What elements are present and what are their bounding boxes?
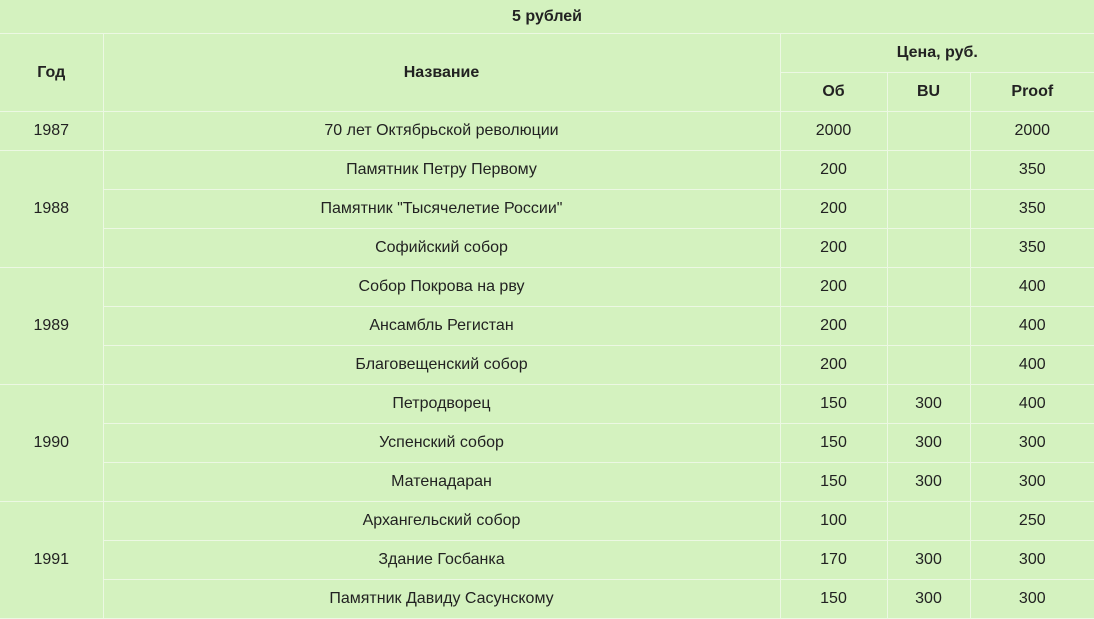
bu-cell [886, 111, 971, 151]
table-row: Матенадаран 150 300 300 [0, 462, 1094, 502]
name-cell: Софийский собор [103, 228, 781, 268]
proof-cell: 2000 [969, 111, 1094, 151]
header-name: Название [102, 33, 781, 112]
proof-cell: 300 [969, 462, 1094, 502]
ob-cell: 150 [779, 423, 888, 463]
ob-cell: 2000 [779, 111, 888, 151]
ob-cell: 200 [779, 150, 888, 190]
bu-cell: 300 [886, 540, 971, 580]
name-cell: Здание Госбанка [103, 540, 781, 580]
proof-cell: 400 [969, 345, 1094, 385]
table-row: 1987 70 лет Октябрьской революции 2000 2… [0, 111, 1094, 151]
name-cell: Матенадаран [103, 462, 781, 502]
bu-cell [886, 501, 971, 541]
name-cell: Архангельский собор [102, 501, 781, 541]
name-cell: Памятник Петру Первому [102, 150, 781, 190]
header-ob: Об [780, 72, 888, 112]
ob-cell: 200 [779, 306, 888, 346]
header-bu: BU [886, 72, 971, 112]
year-cell: 1987 [0, 111, 104, 151]
table-body: 1987 70 лет Октябрьской революции 2000 2… [0, 111, 1094, 619]
table-row: Благовещенский собор 200 400 [0, 345, 1094, 385]
proof-cell: 350 [969, 228, 1094, 268]
table-row: Памятник Давиду Сасунскому 150 300 300 [0, 579, 1094, 619]
header-year: Год [0, 33, 104, 112]
bu-cell: 300 [886, 384, 971, 424]
proof-cell: 350 [969, 189, 1094, 229]
name-cell: Собор Покрова на рву [102, 267, 781, 307]
name-cell: Успенский собор [103, 423, 781, 463]
proof-cell: 400 [969, 267, 1094, 307]
bu-cell [886, 228, 971, 268]
name-cell: Памятник "Тысячелетие России" [103, 189, 781, 229]
ob-cell: 200 [779, 189, 888, 229]
ob-cell: 100 [779, 501, 888, 541]
ob-cell: 150 [779, 384, 888, 424]
ob-cell: 150 [779, 462, 888, 502]
year-cell: 1989 [0, 267, 104, 385]
name-cell: Памятник Давиду Сасунскому [103, 579, 781, 619]
table-row: 1989 Собор Покрова на рву 200 400 [0, 267, 1094, 385]
proof-cell: 350 [969, 150, 1094, 190]
ob-cell: 170 [779, 540, 888, 580]
table-row: 1991 Архангельский собор 100 250 [0, 501, 1094, 619]
name-cell: Благовещенский собор [103, 345, 781, 385]
name-cell: Ансамбль Регистан [103, 306, 781, 346]
table-row: Здание Госбанка 170 300 300 [0, 540, 1094, 580]
bu-cell [886, 189, 971, 229]
bu-cell [886, 306, 971, 346]
name-cell: 70 лет Октябрьской революции [102, 111, 781, 151]
table-caption: 5 рублей [0, 0, 1094, 34]
year-cell: 1988 [0, 150, 104, 268]
proof-cell: 400 [969, 306, 1094, 346]
bu-cell: 300 [886, 579, 971, 619]
bu-cell: 300 [886, 462, 971, 502]
bu-cell: 300 [886, 423, 971, 463]
proof-cell: 300 [969, 540, 1094, 580]
table-row: 1988 Памятник Петру Первому 200 350 [0, 150, 1094, 268]
name-cell: Петродворец [102, 384, 781, 424]
proof-cell: 400 [969, 384, 1094, 424]
year-cell: 1991 [0, 501, 104, 619]
header-proof: Proof [969, 72, 1094, 112]
table-row: Успенский собор 150 300 300 [0, 423, 1094, 463]
ob-cell: 200 [779, 228, 888, 268]
table-row: 1990 Петродворец 150 300 400 [0, 384, 1094, 502]
table-row: Софийский собор 200 350 [0, 228, 1094, 268]
table-row: Ансамбль Регистан 200 400 [0, 306, 1094, 346]
bu-cell [886, 267, 971, 307]
header-price: Цена, руб. [779, 33, 1094, 73]
bu-cell [886, 150, 971, 190]
table-row: Памятник "Тысячелетие России" 200 350 [0, 189, 1094, 229]
coin-price-table: 5 рублей Год Название Цена, руб. Об BU P… [0, 0, 1094, 619]
ob-cell: 200 [779, 267, 888, 307]
year-cell: 1990 [0, 384, 104, 502]
proof-cell: 300 [969, 423, 1094, 463]
ob-cell: 200 [779, 345, 888, 385]
proof-cell: 300 [969, 579, 1094, 619]
bu-cell [886, 345, 971, 385]
ob-cell: 150 [779, 579, 888, 619]
proof-cell: 250 [969, 501, 1094, 541]
